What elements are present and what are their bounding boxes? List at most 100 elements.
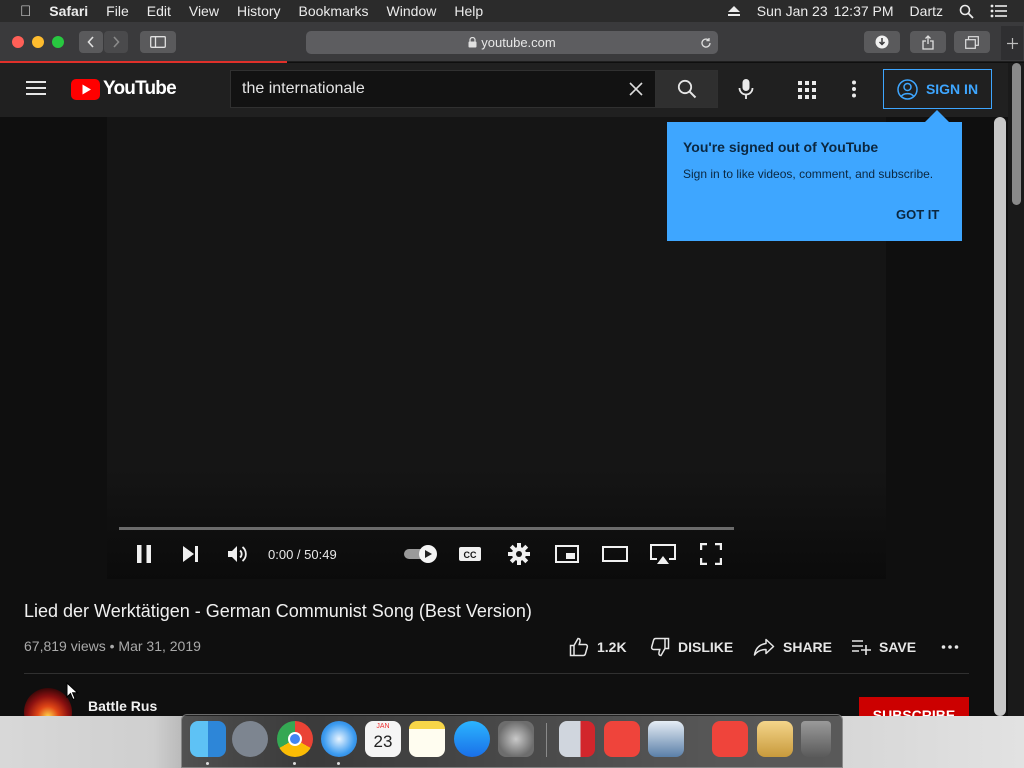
- fullscreen-icon: [700, 543, 722, 565]
- account-circle-icon: [897, 78, 918, 100]
- sign-in-label: SIGN IN: [925, 81, 979, 97]
- youtube-logo[interactable]: YouTube: [71, 78, 177, 100]
- microphone-icon: [738, 79, 754, 99]
- address-bar[interactable]: youtube.com: [306, 31, 718, 54]
- search-input[interactable]: the internationale: [230, 70, 656, 108]
- pause-button[interactable]: [131, 541, 157, 567]
- dock: JAN 23: [181, 714, 843, 768]
- lock-icon: [468, 37, 477, 48]
- minimize-window-button[interactable]: [32, 36, 44, 48]
- voice-search-button[interactable]: [736, 78, 756, 105]
- menu-history[interactable]: History: [237, 3, 281, 19]
- dislike-button[interactable]: DISLIKE: [650, 636, 733, 658]
- video-title: Lied der Werktätigen - German Communist …: [24, 601, 532, 621]
- trash-icon[interactable]: [801, 721, 831, 757]
- reload-icon[interactable]: [700, 37, 712, 49]
- more-actions-button[interactable]: [941, 636, 959, 658]
- popup-title: You're signed out of YouTube: [683, 139, 879, 155]
- apps-button[interactable]: [798, 81, 816, 104]
- menu-help[interactable]: Help: [454, 3, 483, 19]
- autoplay-toggle[interactable]: [401, 541, 441, 567]
- share-arrow-icon: [753, 638, 775, 656]
- running-indicator: [293, 762, 296, 765]
- thumbs-down-icon: [650, 637, 670, 657]
- close-window-button[interactable]: [12, 36, 24, 48]
- share-button[interactable]: [910, 31, 946, 53]
- macos-menu-bar:  Safari File Edit View History Bookmark…: [0, 0, 1024, 22]
- address-bar-url: youtube.com: [481, 35, 556, 50]
- menu-bookmarks[interactable]: Bookmarks: [299, 3, 369, 19]
- player-settings-button[interactable]: [507, 541, 531, 567]
- menu-file[interactable]: File: [106, 3, 129, 19]
- sign-in-button[interactable]: SIGN IN: [883, 69, 992, 109]
- search-query: the internationale: [242, 80, 365, 97]
- virtualbox-icon[interactable]: [648, 721, 684, 757]
- skip-next-icon: [183, 546, 198, 562]
- theater-mode-button[interactable]: [601, 541, 629, 567]
- menu-edit[interactable]: Edit: [147, 3, 171, 19]
- notes-icon[interactable]: [409, 721, 445, 757]
- airplay-button[interactable]: [648, 541, 678, 567]
- finder-icon[interactable]: [190, 721, 226, 757]
- menu-app-name[interactable]: Safari: [49, 3, 88, 19]
- mute-button[interactable]: [225, 541, 251, 567]
- got-it-button[interactable]: GOT IT: [896, 207, 939, 222]
- eject-icon[interactable]: [727, 5, 741, 17]
- like-button[interactable]: 1.2K: [569, 636, 627, 658]
- channel-name[interactable]: Battle Rus: [88, 698, 157, 714]
- divider: [24, 673, 969, 674]
- seek-bar[interactable]: [119, 527, 734, 530]
- thumbs-up-icon: [569, 637, 589, 657]
- video-meta: 67,819 views • Mar 31, 2019: [24, 638, 201, 654]
- apple-menu-icon[interactable]: : [20, 3, 31, 20]
- anydesk-icon-2[interactable]: [712, 721, 748, 757]
- page-scrollbar-thumb[interactable]: [994, 117, 1006, 716]
- menubar-time[interactable]: 12:37 PM: [834, 3, 894, 19]
- safari-dock-icon[interactable]: [321, 721, 357, 757]
- notification-center-icon[interactable]: [990, 4, 1008, 18]
- spotlight-search-icon[interactable]: [959, 4, 974, 19]
- calendar-icon[interactable]: JAN 23: [365, 721, 401, 757]
- menubar-user[interactable]: Dartz: [910, 3, 943, 19]
- youtube-logo-text: YouTube: [103, 78, 177, 99]
- share-video-button[interactable]: SHARE: [753, 636, 832, 658]
- fullscreen-button[interactable]: [699, 541, 723, 567]
- hamburger-menu-icon[interactable]: [26, 77, 46, 99]
- player-controls-gradient: [107, 469, 886, 579]
- archive-utility-icon[interactable]: [757, 721, 793, 757]
- anydesk-icon[interactable]: [604, 721, 640, 757]
- new-tab-button[interactable]: [1001, 26, 1023, 60]
- chevron-right-icon: [113, 36, 120, 48]
- miniplayer-button[interactable]: [554, 541, 580, 567]
- signed-out-popup: You're signed out of YouTube Sign in to …: [667, 122, 962, 241]
- share-icon: [922, 34, 934, 50]
- system-preferences-icon[interactable]: [498, 721, 534, 757]
- zoom-window-button[interactable]: [52, 36, 64, 48]
- pause-icon: [137, 545, 151, 563]
- miniplayer-icon: [555, 545, 579, 563]
- browser-scrollbar-thumb[interactable]: [1012, 63, 1021, 205]
- upload-date: Mar 31, 2019: [118, 638, 201, 654]
- save-label: SAVE: [879, 639, 917, 655]
- menu-window[interactable]: Window: [387, 3, 437, 19]
- back-button[interactable]: [79, 31, 103, 53]
- clear-search-icon[interactable]: [629, 82, 643, 96]
- calendar-month: JAN: [376, 723, 390, 730]
- subtitles-button[interactable]: CC: [458, 541, 482, 567]
- menubar-date[interactable]: Sun Jan 23: [757, 3, 828, 19]
- next-video-button[interactable]: [179, 541, 203, 567]
- app-store-icon[interactable]: [454, 721, 490, 757]
- settings-menu-button[interactable]: [851, 80, 857, 103]
- save-button[interactable]: SAVE: [851, 636, 916, 658]
- more-horizontal-icon: [941, 645, 959, 649]
- menu-view[interactable]: View: [189, 3, 219, 19]
- sidebar-button[interactable]: [140, 31, 176, 53]
- downloads-button[interactable]: [864, 31, 900, 53]
- forward-button[interactable]: [104, 31, 128, 53]
- chevron-left-icon: [87, 36, 94, 48]
- chrome-icon[interactable]: [277, 721, 313, 757]
- search-button[interactable]: [655, 70, 718, 108]
- tabs-overview-button[interactable]: [954, 31, 990, 53]
- parallels-icon[interactable]: [559, 721, 595, 757]
- launchpad-icon[interactable]: [232, 721, 268, 757]
